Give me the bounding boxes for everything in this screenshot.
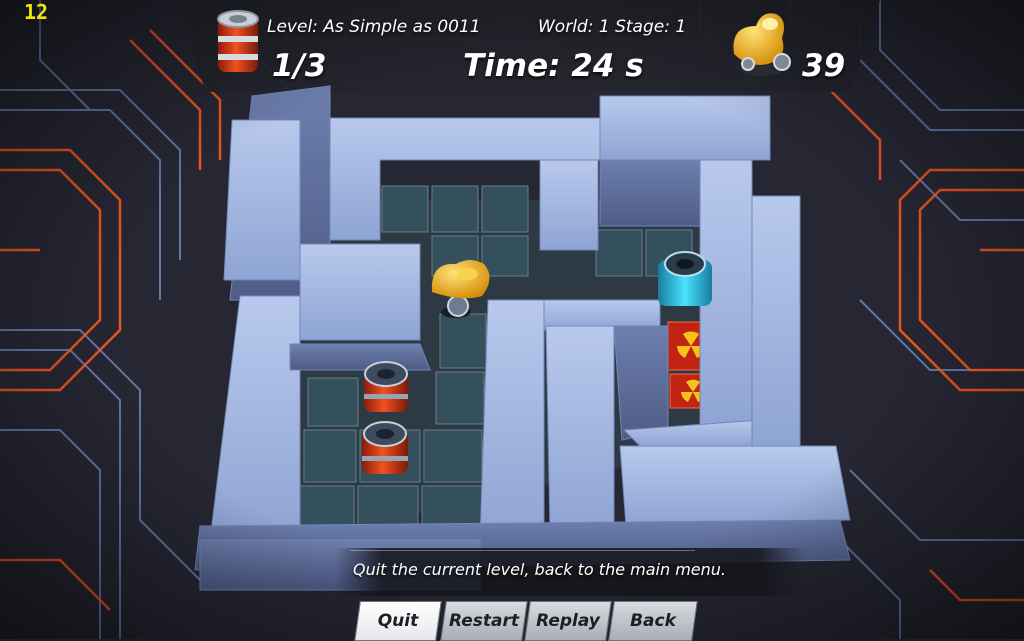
quit-button[interactable]: Quit xyxy=(354,601,442,641)
tooltip-text: Quit the current level, back to the main… xyxy=(353,560,726,579)
restart-button-label: Restart xyxy=(448,611,519,631)
back-button[interactable]: Back xyxy=(608,601,698,641)
tooltip-divider xyxy=(350,550,695,551)
replay-button[interactable]: Replay xyxy=(524,601,612,641)
back-button-label: Back xyxy=(630,611,676,631)
robot-counter: 39 xyxy=(802,48,846,84)
timer: Time: 24 s xyxy=(463,48,644,84)
game-board xyxy=(0,0,1024,639)
restart-button[interactable]: Restart xyxy=(440,601,528,641)
fps-counter: 12 xyxy=(24,0,49,24)
quit-button-label: Quit xyxy=(377,611,419,631)
replay-button-label: Replay xyxy=(536,611,600,631)
barrel-counter: 1/3 xyxy=(272,48,327,84)
level-name: Level: As Simple as 0011 xyxy=(267,17,481,37)
robot-icon xyxy=(733,13,791,76)
world-stage-label: World: 1 Stage: 1 xyxy=(538,17,687,37)
barrel-icon xyxy=(217,10,259,72)
